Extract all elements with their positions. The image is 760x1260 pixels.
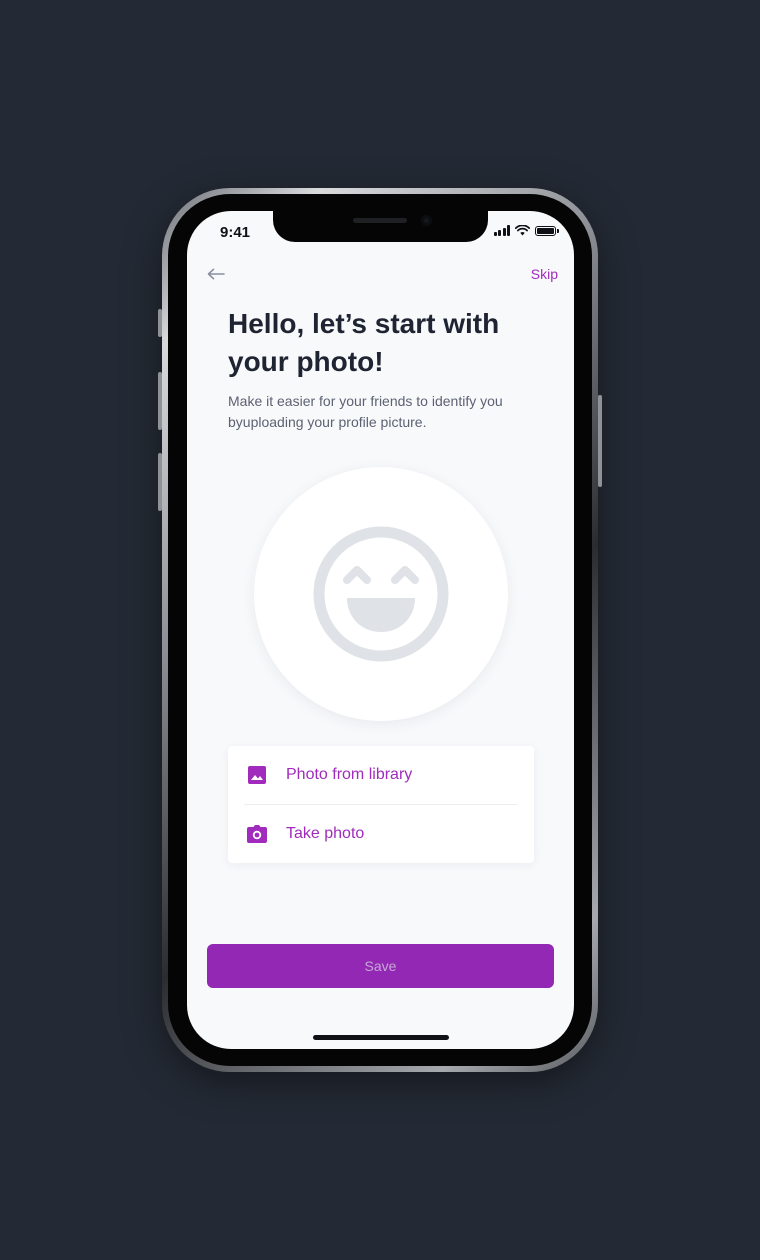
speaker-grille	[353, 218, 407, 223]
notch	[273, 211, 488, 242]
photo-from-library-option[interactable]: Photo from library	[228, 746, 534, 804]
home-indicator	[313, 1035, 449, 1040]
wifi-icon	[515, 225, 530, 236]
cellular-signal-icon	[493, 225, 510, 236]
camera-icon	[246, 823, 268, 845]
front-camera	[421, 215, 432, 226]
volume-down-button	[158, 453, 162, 511]
skip-button[interactable]: Skip	[531, 266, 558, 282]
mute-switch	[158, 309, 162, 337]
page-subtitle: Make it easier for your friends to ident…	[228, 393, 503, 430]
avatar-placeholder[interactable]	[254, 467, 508, 721]
save-button[interactable]: Save	[207, 944, 554, 988]
power-button	[598, 395, 602, 487]
image-icon	[246, 764, 268, 786]
status-time: 9:41	[220, 224, 251, 241]
arrow-left-icon	[207, 268, 225, 280]
take-photo-option[interactable]: Take photo	[228, 805, 534, 863]
photo-source-options: Photo from library Take photo	[228, 746, 534, 863]
smiley-face-icon	[313, 526, 449, 662]
back-button[interactable]	[205, 263, 227, 285]
photo-from-library-label: Photo from library	[286, 766, 413, 783]
status-icons	[493, 225, 559, 236]
app-screen: 9:41 Skip Hello, let’s start with your p…	[187, 211, 574, 1049]
volume-up-button	[158, 372, 162, 430]
take-photo-label: Take photo	[286, 825, 365, 842]
page-title: Hello, let’s start with your photo!	[228, 308, 500, 377]
battery-icon	[535, 226, 559, 236]
